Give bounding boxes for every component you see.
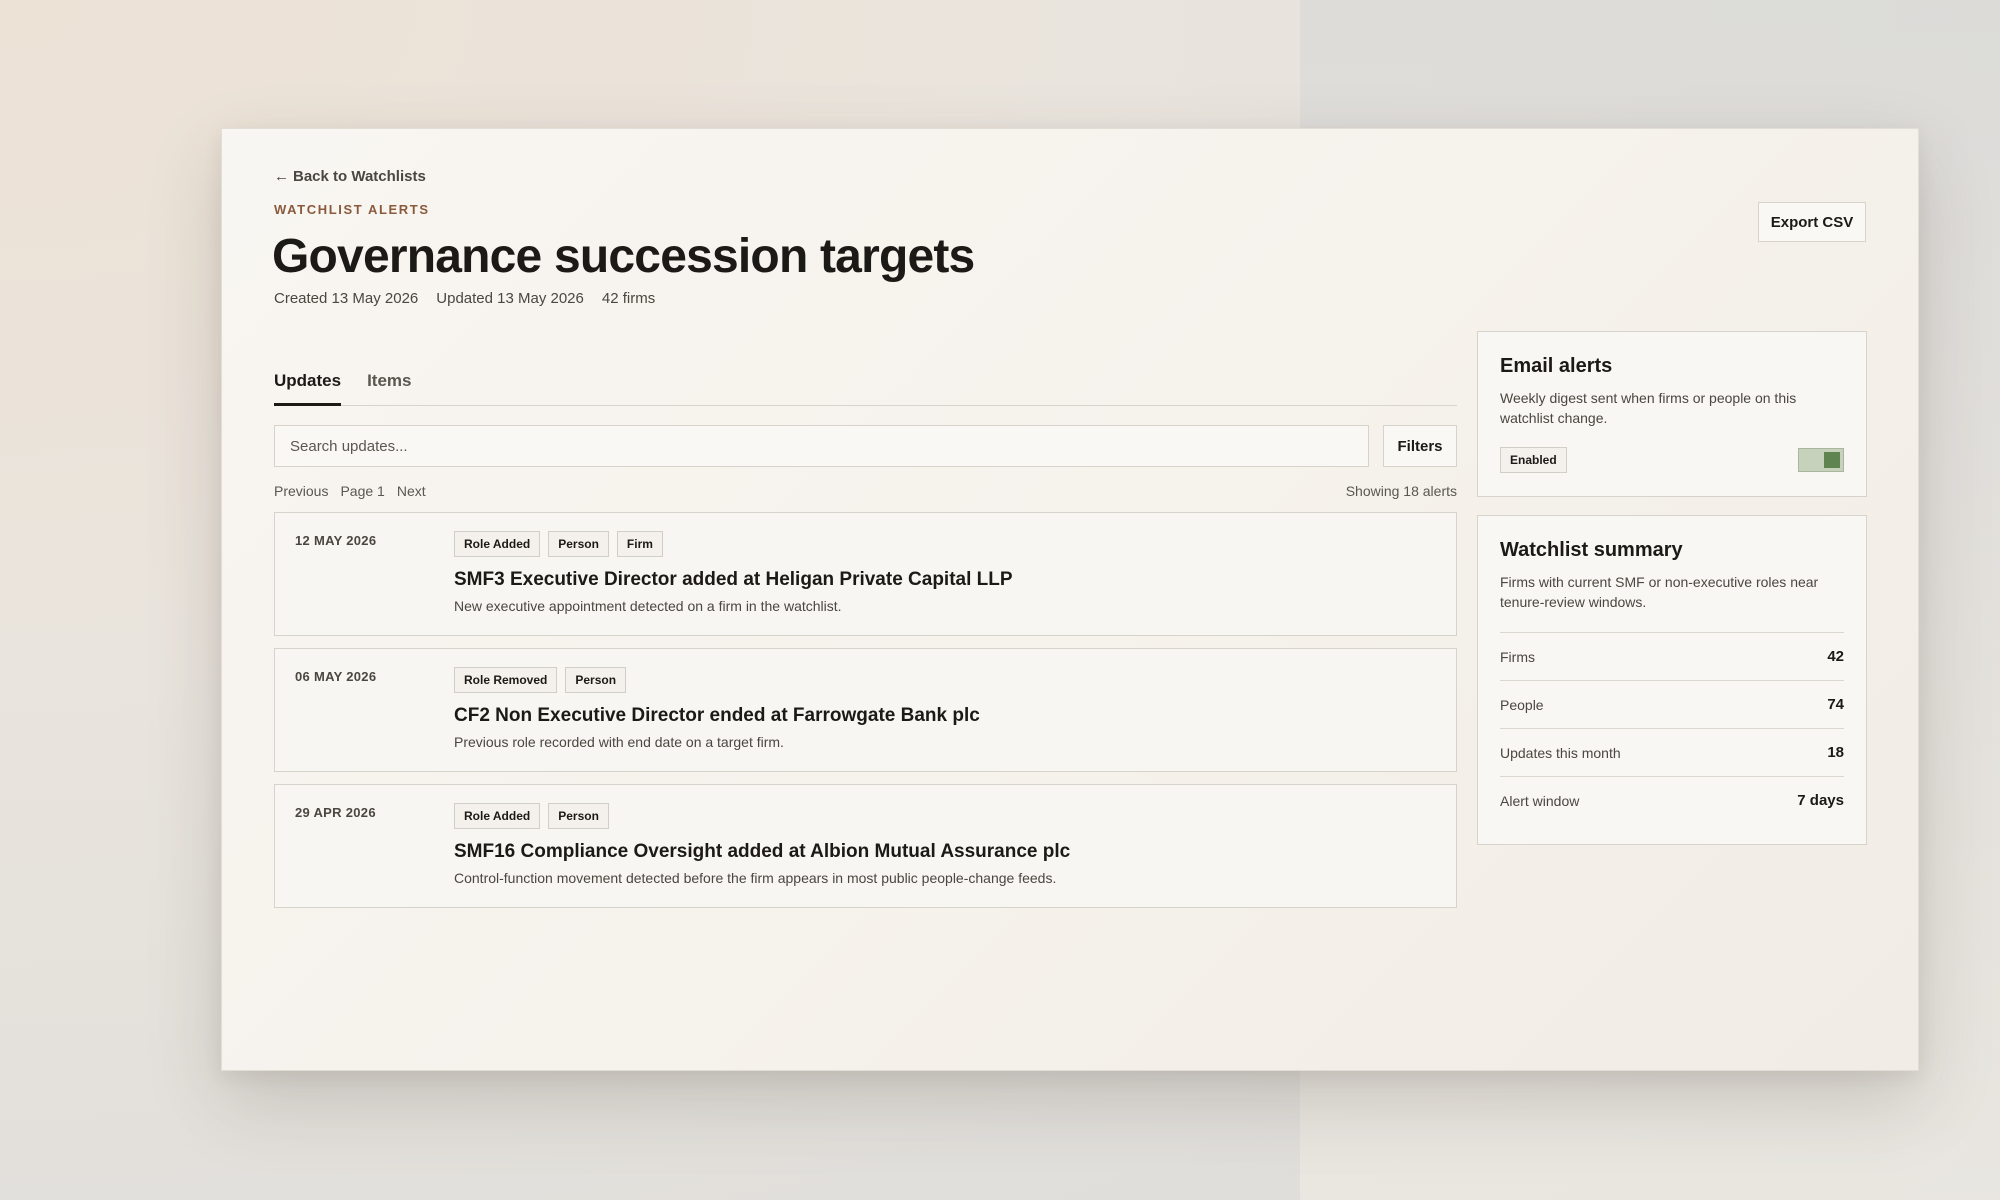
stat-value: 7 days	[1797, 792, 1844, 809]
app-window: ← Back to Watchlists WATCHLIST ALERTS Go…	[221, 128, 1919, 1071]
stat-label: People	[1500, 696, 1544, 713]
updated-date: Updated 13 May 2026	[436, 290, 584, 307]
pagination: Previous Page 1 Next	[274, 483, 426, 501]
tag: Person	[548, 531, 609, 557]
tag: Person	[565, 667, 627, 693]
summary-description: Firms with current SMF or non-executive …	[1500, 574, 1819, 610]
tab-items[interactable]: Items	[367, 359, 411, 405]
export-csv-button[interactable]: Export CSV	[1758, 202, 1866, 242]
stat-value: 42	[1827, 648, 1844, 665]
results-count: Showing 18 alerts	[1345, 483, 1457, 499]
search-row: Filters	[274, 425, 1457, 467]
stat-row-alert-window: Alert window 7 days	[1500, 777, 1844, 824]
update-body: Role Added Person SMF16 Compliance Overs…	[454, 803, 1436, 886]
stat-label: Updates this month	[1500, 744, 1621, 761]
update-date: 06 MAY 2026	[295, 669, 377, 684]
summary-stats: Firms 42 People 74 Updates this month 18…	[1500, 632, 1844, 824]
update-description: Control-function movement detected befor…	[454, 870, 1057, 886]
updates-list: 12 MAY 2026 Role Added Person Firm SMF3 …	[274, 512, 1457, 908]
created-date: Created 13 May 2026	[274, 290, 419, 307]
page-title: Governance succession targets	[272, 230, 975, 283]
next-page-link[interactable]: Next	[397, 483, 426, 501]
stat-label: Alert window	[1500, 792, 1580, 809]
tag-list: Role Added Person	[454, 803, 1436, 829]
back-to-watchlists-link[interactable]: ← Back to Watchlists	[274, 168, 426, 185]
update-card[interactable]: 06 MAY 2026 Role Removed Person CF2 Non …	[274, 648, 1457, 772]
stat-row-updates: Updates this month 18	[1500, 729, 1844, 777]
update-card[interactable]: 29 APR 2026 Role Added Person SMF16 Comp…	[274, 784, 1457, 908]
tag: Role Added	[454, 803, 541, 829]
update-title: CF2 Non Executive Director ended at Farr…	[454, 705, 980, 726]
email-alerts-toggle[interactable]	[1798, 448, 1844, 472]
back-link-label: Back to Watchlists	[293, 168, 426, 185]
tag-list: Role Removed Person	[454, 667, 1436, 693]
tag: Person	[548, 803, 609, 829]
update-body: Role Added Person Firm SMF3 Executive Di…	[454, 531, 1436, 614]
email-alerts-description: Weekly digest sent when firms or people …	[1500, 390, 1797, 426]
tag: Role Removed	[454, 667, 558, 693]
watchlist-summary-panel: Watchlist summary Firms with current SMF…	[1477, 515, 1867, 845]
update-body: Role Removed Person CF2 Non Executive Di…	[454, 667, 1436, 750]
tag-list: Role Added Person Firm	[454, 531, 1436, 557]
eyebrow-label: WATCHLIST ALERTS	[274, 202, 430, 217]
email-alerts-panel: Email alerts Weekly digest sent when fir…	[1477, 331, 1867, 497]
email-alerts-title: Email alerts	[1500, 355, 1613, 377]
page-meta: Created 13 May 2026 Updated 13 May 2026 …	[274, 290, 655, 307]
stat-label: Firms	[1500, 648, 1535, 665]
current-page: Page 1	[340, 483, 385, 499]
previous-page-link[interactable]: Previous	[274, 483, 328, 501]
update-title: SMF3 Executive Director added at Heligan…	[454, 569, 1013, 590]
stat-row-people: People 74	[1500, 681, 1844, 729]
update-description: Previous role recorded with end date on …	[454, 734, 784, 750]
update-date: 29 APR 2026	[295, 805, 376, 820]
update-date: 12 MAY 2026	[295, 533, 377, 548]
search-input[interactable]	[274, 425, 1369, 467]
update-description: New executive appointment detected on a …	[454, 598, 842, 614]
tag: Role Added	[454, 531, 541, 557]
tab-updates[interactable]: Updates	[274, 359, 342, 406]
email-alerts-footer: Enabled	[1500, 447, 1844, 473]
pager-row: Previous Page 1 Next Showing 18 alerts	[274, 483, 1457, 501]
tab-bar: Updates Items	[274, 359, 1457, 406]
filters-button[interactable]: Filters	[1383, 425, 1457, 467]
main-column: Updates Items Filters Previous Page 1 Ne…	[274, 359, 1457, 908]
stat-value: 74	[1827, 696, 1844, 713]
update-title: SMF16 Compliance Oversight added at Albi…	[454, 841, 1071, 862]
arrow-left-icon: ←	[274, 168, 289, 185]
summary-title: Watchlist summary	[1500, 539, 1683, 561]
toggle-knob	[1824, 452, 1840, 468]
stat-value: 18	[1827, 744, 1844, 761]
firm-count: 42 firms	[601, 290, 656, 307]
tag: Firm	[616, 531, 663, 557]
update-card[interactable]: 12 MAY 2026 Role Added Person Firm SMF3 …	[274, 512, 1457, 636]
status-badge: Enabled	[1500, 447, 1567, 473]
stat-row-firms: Firms 42	[1500, 633, 1844, 681]
